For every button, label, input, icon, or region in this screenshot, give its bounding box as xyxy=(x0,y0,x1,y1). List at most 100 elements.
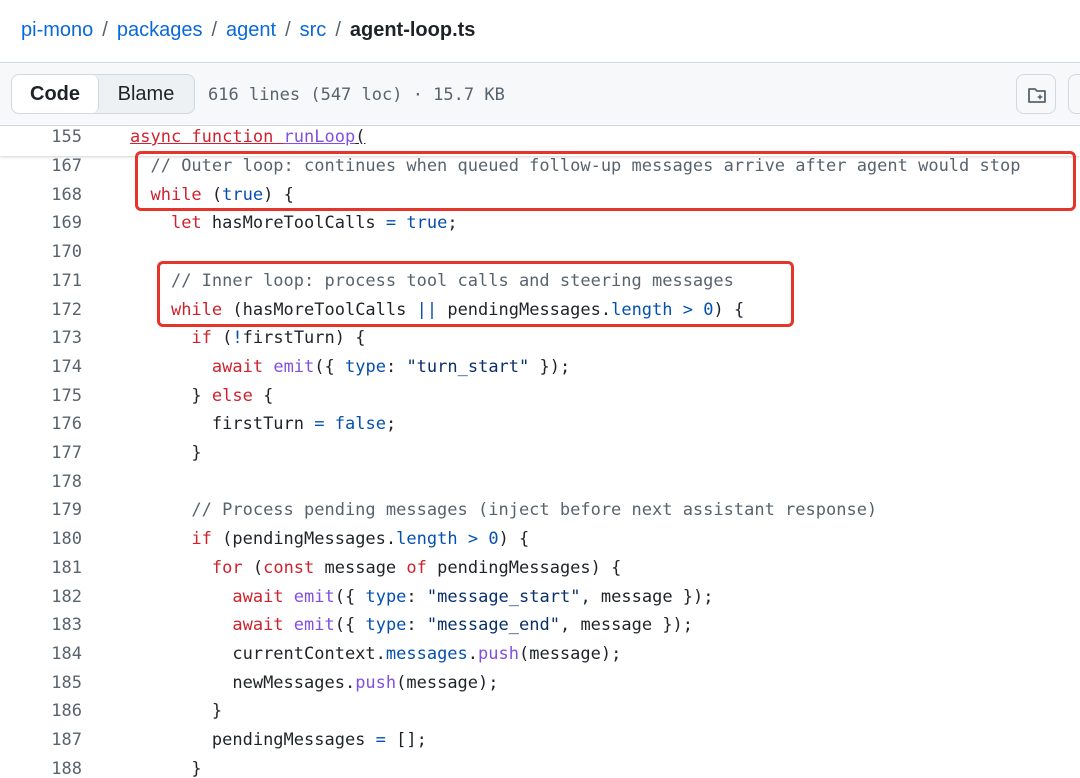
code-tab[interactable]: Code xyxy=(12,75,99,113)
code-token: push xyxy=(355,672,397,693)
code-token: ! xyxy=(232,328,243,349)
code-token: ( xyxy=(211,328,233,349)
line-number[interactable]: 182 xyxy=(51,583,82,612)
code-token: ( xyxy=(242,557,264,578)
code-token: > xyxy=(682,299,694,320)
line-number[interactable]: 185 xyxy=(51,669,82,698)
line-number[interactable]: 184 xyxy=(51,640,82,669)
code-line-text: // Process pending messages (inject befo… xyxy=(130,496,877,525)
line-number[interactable]: 171 xyxy=(51,267,82,296)
code-line-text: firstTurn = false; xyxy=(130,410,396,439)
code-token: length xyxy=(611,299,673,320)
code-line: 175 } else { xyxy=(0,382,1080,411)
code-line: 179 // Process pending messages (inject … xyxy=(0,496,1080,525)
code-token: ) { xyxy=(713,299,745,320)
code-line-text: while (hasMoreToolCalls || pendingMessag… xyxy=(130,296,744,325)
code-line: 187 pendingMessages = []; xyxy=(0,726,1080,755)
code-token: ) { xyxy=(263,184,294,205)
code-token: (message); xyxy=(396,672,499,693)
code-token: . xyxy=(467,643,479,664)
file-header: Code Blame 616 lines (547 loc) · 15.7 KB xyxy=(0,62,1080,126)
code-token: , message }); xyxy=(580,586,714,607)
breadcrumb-link-repo[interactable]: pi-mono xyxy=(21,19,93,41)
line-number[interactable]: 172 xyxy=(51,296,82,325)
line-number[interactable]: 186 xyxy=(51,697,82,726)
blame-tab[interactable]: Blame xyxy=(98,75,194,113)
line-number[interactable]: 175 xyxy=(51,382,82,411)
code-token: } xyxy=(191,385,212,406)
code-token: true xyxy=(222,184,264,205)
line-number[interactable]: 178 xyxy=(51,468,82,497)
code-token: const xyxy=(263,557,315,578)
code-token: ; xyxy=(385,414,397,435)
code-line: 180 if (pendingMessages.length > 0) { xyxy=(0,525,1080,554)
code-line: 177 } xyxy=(0,439,1080,468)
code-token: newMessages. xyxy=(232,672,356,693)
line-number[interactable]: 188 xyxy=(51,755,82,778)
breadcrumb-separator: / xyxy=(285,19,291,41)
breadcrumb-separator: / xyxy=(335,19,341,41)
code-line: 183 await emit({ type: "message_end", me… xyxy=(0,611,1080,640)
breadcrumb-link-src[interactable]: src xyxy=(300,19,327,41)
code-token: } xyxy=(191,758,202,778)
line-number[interactable]: 168 xyxy=(51,181,82,210)
line-number[interactable]: 179 xyxy=(51,496,82,525)
code-line: 182 await emit({ type: "message_start", … xyxy=(0,583,1080,612)
code-token: "turn_start" xyxy=(406,356,530,377)
line-number[interactable]: 176 xyxy=(51,410,82,439)
code-token: = xyxy=(314,414,325,435)
line-number[interactable]: 183 xyxy=(51,611,82,640)
line-number[interactable]: 155 xyxy=(51,127,82,147)
line-number[interactable]: 187 xyxy=(51,726,82,755)
line-number[interactable]: 167 xyxy=(51,152,82,181)
code-token: false xyxy=(334,414,386,435)
code-token: (pendingMessages. xyxy=(211,529,397,550)
line-number[interactable]: 173 xyxy=(51,324,82,353)
breadcrumb-link-agent[interactable]: agent xyxy=(226,19,276,41)
code-token: await xyxy=(232,586,284,607)
code-token: while xyxy=(150,184,202,205)
file-info: 616 lines (547 loc) · 15.7 KB xyxy=(208,85,505,105)
code-token: : xyxy=(406,586,427,607)
code-token: message xyxy=(314,557,407,578)
code-line: 188 } xyxy=(0,755,1080,778)
code-token: ({ xyxy=(314,356,345,377)
code-token: 0 xyxy=(703,299,714,320)
code-token: await xyxy=(232,615,284,636)
line-number[interactable]: 177 xyxy=(51,439,82,468)
more-button[interactable] xyxy=(1068,74,1080,114)
breadcrumb-separator: / xyxy=(102,19,108,41)
line-number[interactable]: 174 xyxy=(51,353,82,382)
code-line-text: while (true) { xyxy=(130,181,294,210)
code-line-text: if (!firstTurn) { xyxy=(130,324,365,353)
code-token: push xyxy=(478,643,519,664)
line-number[interactable]: 170 xyxy=(51,238,82,267)
line-number[interactable]: 169 xyxy=(51,209,82,238)
line-number[interactable]: 181 xyxy=(51,554,82,583)
breadcrumb-link-packages[interactable]: packages xyxy=(117,19,203,41)
code-token: length xyxy=(396,529,458,550)
code-token: : xyxy=(385,356,407,377)
code-token: type xyxy=(365,586,407,607)
code-line-text: // Inner loop: process tool calls and st… xyxy=(130,267,734,296)
line-number[interactable]: 180 xyxy=(51,525,82,554)
code-token: firstTurn) { xyxy=(242,328,366,349)
code-token: else xyxy=(211,385,253,406)
code-line-text: if (pendingMessages.length > 0) { xyxy=(130,525,529,554)
code-token: ({ xyxy=(334,615,366,636)
code-line: 169 let hasMoreToolCalls = true; xyxy=(0,209,1080,238)
code-token: while xyxy=(170,299,223,320)
code-token: messages xyxy=(385,643,468,664)
copilot-button[interactable] xyxy=(1016,74,1056,114)
code-token: > xyxy=(467,529,479,550)
code-token: type xyxy=(365,615,407,636)
sticky-function-header[interactable]: 155 async function runLoop( xyxy=(0,127,1080,156)
view-mode-toggle: Code Blame xyxy=(11,74,195,114)
code-token: hasMoreToolCalls xyxy=(201,213,386,234)
code-token: (hasMoreToolCalls xyxy=(222,299,417,320)
